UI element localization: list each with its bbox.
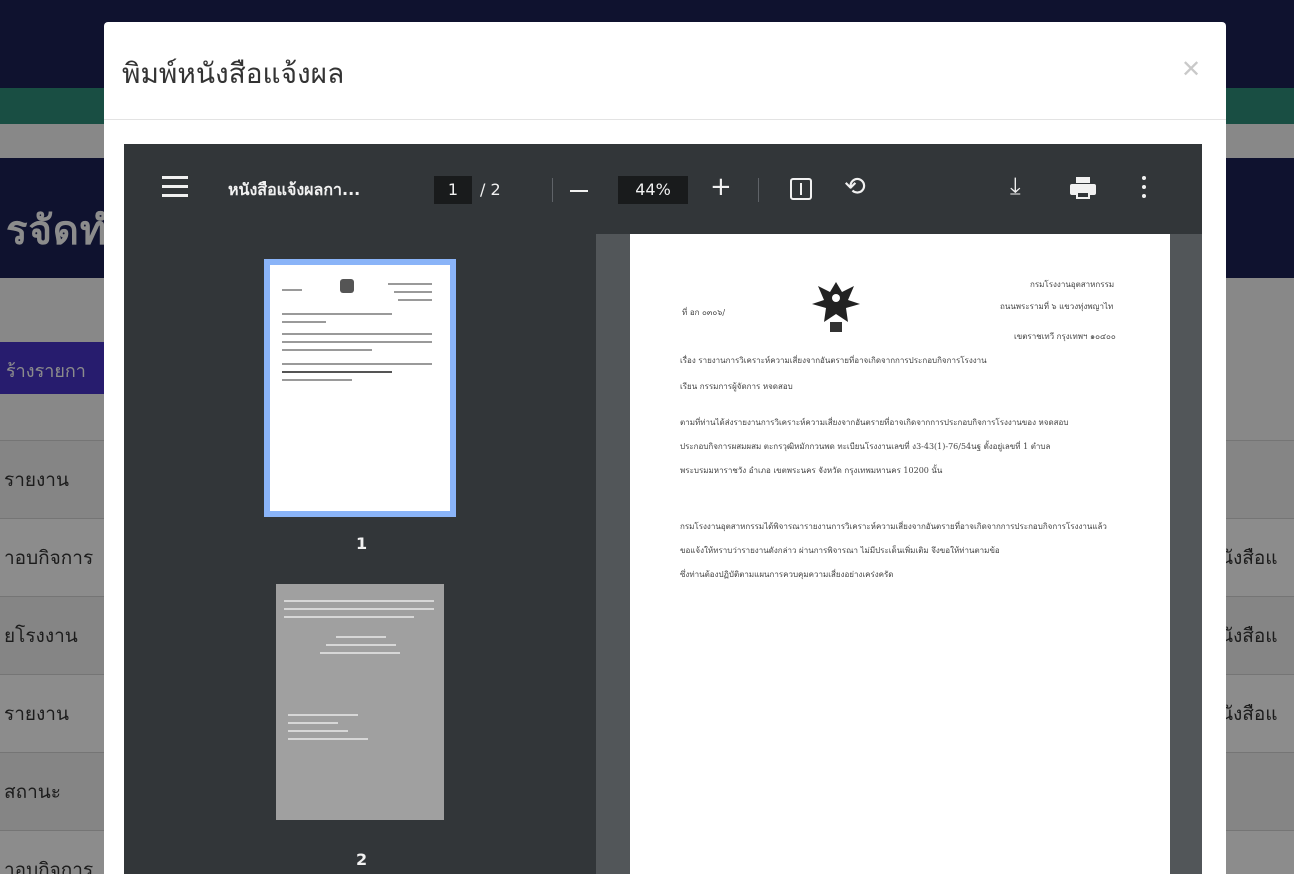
paragraph-line: กรมโรงงานอุตสาหกรรมได้พิจารณารายงานการวิ… [680, 522, 1107, 531]
zoom-input[interactable]: 44% [618, 176, 688, 204]
document-subject: เรื่อง รายงานการวิเคราะห์ความเสี่ยงจากอั… [680, 356, 987, 365]
modal-header: พิมพ์หนังสือแจ้งผล ✕ [104, 22, 1226, 120]
paragraph-line: ประกอบกิจการผสมผสม ตะกรวุฒิหมักกวนพด ทะเ… [680, 442, 1051, 451]
paragraph-line: ขอแจ้งให้ทราบว่ารายงานดังกล่าว ผ่านการพิ… [680, 546, 1000, 555]
garuda-emblem-icon [812, 282, 860, 332]
document-recipient: เรียน กรรมการผู้จัดการ หจดสอบ [680, 382, 793, 391]
print-icon[interactable] [1070, 177, 1096, 199]
download-icon[interactable]: ⤓ [1010, 172, 1021, 200]
page-thumbnail-2[interactable] [276, 584, 444, 820]
document-title: หนังสือแจ้งผลกา... [228, 180, 361, 199]
paragraph-line: ซึ่งท่านต้องปฏิบัติตามแผนการควบคุมความเส… [680, 570, 894, 579]
toolbar-divider [552, 178, 553, 202]
rotate-icon[interactable]: ⟲ [844, 172, 866, 202]
more-vert-icon[interactable] [1142, 176, 1148, 200]
plus-icon[interactable]: + [710, 172, 732, 202]
document-page: กรมโรงงานอุตสาหกรรม ถนนพระรามที่ ๖ แขวงท… [630, 234, 1170, 874]
thumbnail-sidebar: 1 2 [124, 234, 596, 874]
org-line: ถนนพระรามที่ ๖ แขวงทุ่งพญาไท [1000, 302, 1114, 311]
close-icon[interactable]: ✕ [1176, 54, 1206, 84]
reference-number: ที่ อก ๐๓๐๖/ [682, 308, 726, 317]
page-number-input[interactable]: 1 [434, 176, 472, 204]
paragraph-line: พระบรมมหาราชวัง อำเภอ เขตพระนคร จังหวัด … [680, 466, 943, 475]
org-line: เขตราชเทวี กรุงเทพฯ ๑๐๔๐๐ [1014, 332, 1116, 341]
page-thumbnail-1[interactable] [264, 259, 456, 517]
menu-icon[interactable] [162, 176, 188, 198]
paragraph-line: ตามที่ท่านได้ส่งรายงานการวิเคราะห์ความเส… [680, 418, 1069, 427]
modal-title: พิมพ์หนังสือแจ้งผล [122, 57, 345, 90]
pdf-viewer: หนังสือแจ้งผลกา... 1 / 2 44% + ⟲ ⤓ 1 2 ก… [124, 144, 1202, 874]
org-line: กรมโรงงานอุตสาหกรรม [1030, 280, 1115, 289]
pdf-toolbar: หนังสือแจ้งผลกา... 1 / 2 44% + ⟲ ⤓ [124, 144, 1202, 234]
print-modal: พิมพ์หนังสือแจ้งผล ✕ หนังสือแจ้งผลกา... … [104, 22, 1226, 874]
thumbnail-label: 1 [356, 534, 368, 553]
fit-page-icon[interactable] [790, 178, 812, 200]
toolbar-divider [758, 178, 759, 202]
page-total: / 2 [480, 180, 501, 199]
minus-icon[interactable] [570, 190, 588, 192]
thumbnail-label: 2 [356, 850, 368, 869]
